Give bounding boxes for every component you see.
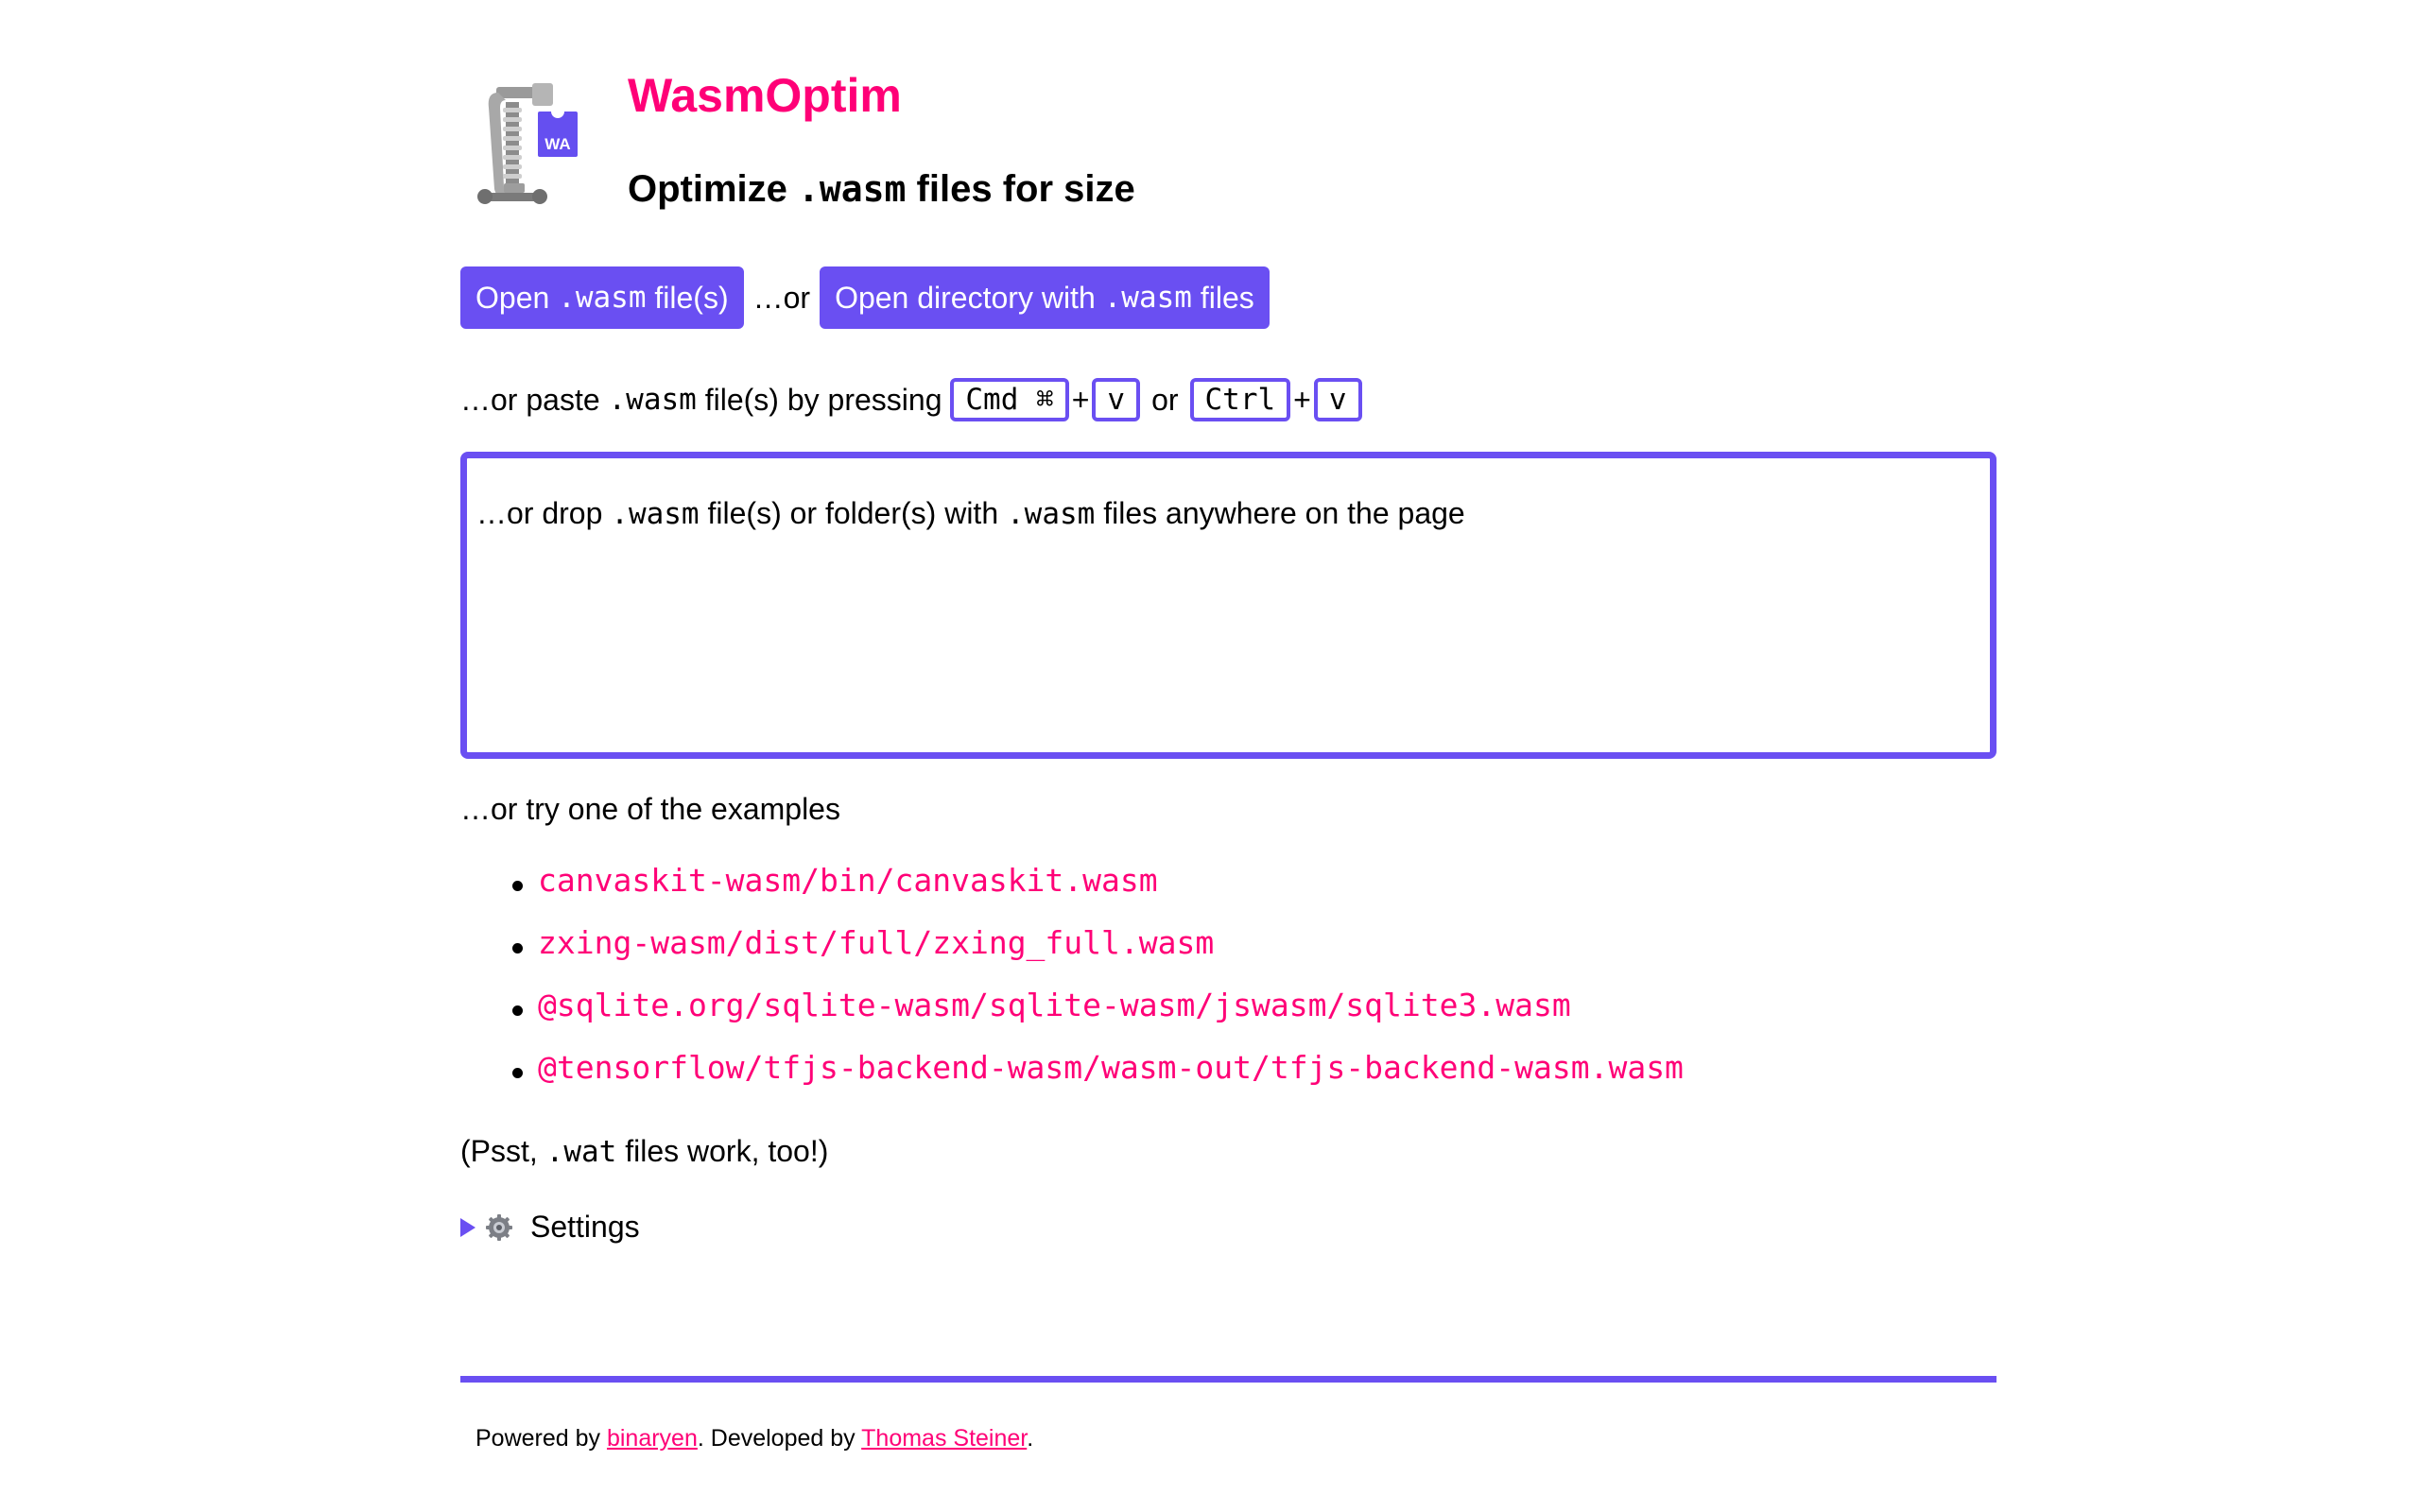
drop-text-2: file(s) or folder(s) with (699, 496, 1007, 530)
psst-text: (Psst, (460, 1134, 546, 1168)
plus-sign: + (1293, 382, 1311, 417)
example-link-sqlite[interactable]: @sqlite.org/sqlite-wasm/sqlite-wasm/jswa… (538, 987, 1571, 1023)
clamp-logo-icon: WA (477, 83, 578, 204)
footer-end: . (1027, 1425, 1034, 1452)
list-item: zxing-wasm/dist/full/zxing_full.wasm (460, 924, 1684, 987)
open-directory-label: Open directory with (835, 280, 1104, 315)
footer-developed-by: . Developed by (697, 1425, 862, 1452)
binaryen-link[interactable]: binaryen (607, 1425, 698, 1452)
example-link-tfjs[interactable]: @tensorflow/tfjs-backend-wasm/wasm-out/t… (538, 1049, 1684, 1086)
paste-text: …or paste (460, 382, 609, 417)
open-directory-code: .wasm (1103, 281, 1192, 315)
list-item: @sqlite.org/sqlite-wasm/sqlite-wasm/jswa… (460, 987, 1684, 1049)
list-item: @tensorflow/tfjs-backend-wasm/wasm-out/t… (460, 1049, 1684, 1111)
open-actions: Open .wasm file(s) …or Open directory wi… (460, 266, 1270, 329)
open-files-label-end: file(s) (646, 280, 729, 315)
paste-code: .wasm (608, 383, 697, 417)
paste-text-end: file(s) by pressing (696, 382, 951, 417)
open-files-label: Open (475, 280, 559, 315)
subtitle-text: Optimize (628, 168, 799, 210)
ctrl-key: Ctrl (1189, 378, 1291, 421)
settings-label: Settings (530, 1210, 640, 1244)
psst-note: (Psst, .wat files work, too!) (460, 1134, 828, 1169)
psst-code: .wat (545, 1135, 617, 1169)
svg-text:WA: WA (544, 135, 570, 153)
example-link-canvaskit[interactable]: canvaskit-wasm/bin/canvaskit.wasm (538, 862, 1158, 899)
disclosure-triangle-icon (460, 1217, 475, 1237)
cmd-key: Cmd ⌘ (950, 378, 1069, 421)
examples-intro: …or try one of the examples (460, 792, 840, 826)
subtitle-code: .wasm (798, 168, 907, 210)
v-key: v (1313, 378, 1362, 421)
open-directory-button[interactable]: Open directory with .wasm files (820, 266, 1270, 329)
gear-icon (486, 1213, 512, 1241)
footer-powered-by: Powered by (475, 1425, 607, 1452)
open-files-code: .wasm (558, 281, 647, 315)
drop-text-3: files anywhere on the page (1095, 496, 1465, 530)
drop-zone[interactable]: …or drop .wasm file(s) or folder(s) with… (460, 452, 1996, 759)
examples-list: canvaskit-wasm/bin/canvaskit.wasm zxing-… (460, 862, 1684, 1111)
open-files-button[interactable]: Open .wasm file(s) (460, 266, 744, 329)
example-link-zxing[interactable]: zxing-wasm/dist/full/zxing_full.wasm (538, 924, 1214, 961)
drop-zone-text: …or drop .wasm file(s) or folder(s) with… (476, 496, 1465, 531)
paste-or: or (1151, 382, 1179, 417)
list-item: canvaskit-wasm/bin/canvaskit.wasm (460, 862, 1684, 924)
plus-sign: + (1071, 382, 1090, 417)
drop-code-1: .wasm (611, 497, 700, 531)
psst-text-end: files work, too!) (616, 1134, 829, 1168)
paste-instructions: …or paste .wasm file(s) by pressing Cmd … (460, 374, 1362, 425)
app-header: WA WasmOptim Optimize .wasm files for si… (460, 66, 1996, 227)
drop-text-1: …or drop (476, 496, 612, 530)
open-directory-label-end: files (1191, 280, 1254, 315)
footer: Powered by binaryen. Developed by Thomas… (475, 1425, 1033, 1452)
app-subtitle: Optimize .wasm files for size (628, 161, 1135, 217)
author-link[interactable]: Thomas Steiner (861, 1425, 1027, 1452)
v-key: v (1092, 378, 1141, 421)
subtitle-text-end: files for size (906, 168, 1135, 210)
drop-code-2: .wasm (1007, 497, 1096, 531)
or-text: …or (752, 280, 811, 315)
footer-divider (460, 1376, 1996, 1383)
app-title: WasmOptim (628, 69, 902, 122)
settings-toggle[interactable]: Settings (460, 1210, 640, 1245)
